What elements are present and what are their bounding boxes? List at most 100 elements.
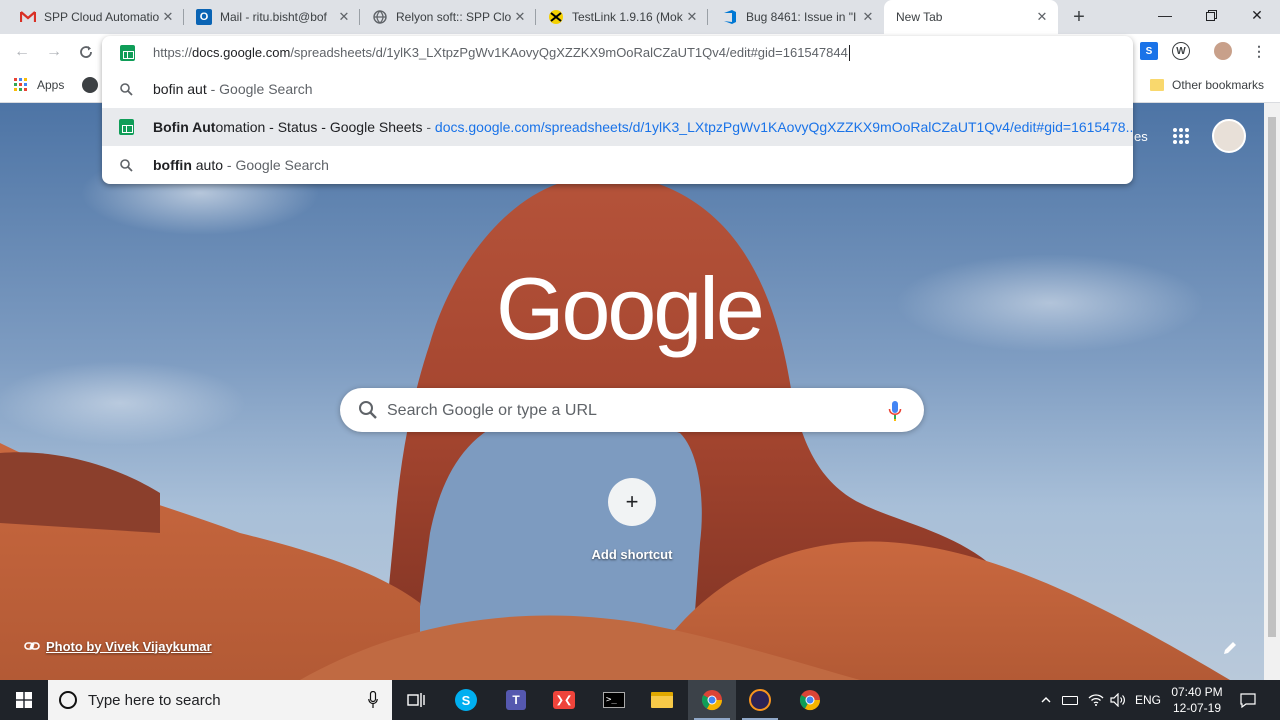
windows-taskbar: Type here to search S T ❯❮ >_ ENG 07:40 … [0,680,1280,720]
tab-bug-8461[interactable]: Bug 8461: Issue in "I ✕ [710,0,884,34]
google-logo: Google [496,259,765,358]
chrome-icon [701,690,723,711]
apps-shortcut[interactable]: Apps [14,78,64,92]
other-bookmarks-folder[interactable]: Other bookmarks [1150,78,1264,92]
tab-strip: SPP Cloud Automatio ✕ O Mail - ritu.bish… [0,0,1280,34]
anydesk-taskbar-button[interactable]: ❯❮ [540,680,588,720]
windows-logo-icon [16,692,32,708]
tab-title: New Tab [896,10,943,24]
eclipse-taskbar-button[interactable] [736,680,784,720]
reload-button[interactable] [74,40,98,64]
apps-grid-icon [14,78,27,91]
google-apps-icon[interactable] [1172,127,1190,148]
tab-title: Relyon soft:: SPP Clo [396,10,512,24]
wifi-icon[interactable] [1086,680,1106,720]
battery-icon[interactable] [1060,680,1080,720]
suggestion-search[interactable]: boffin auto - Google Search [102,146,1133,184]
system-clock[interactable]: 07:40 PM 12-07-19 [1168,684,1226,716]
clock-date: 12-07-19 [1172,701,1222,715]
close-window-button[interactable]: ✕ [1234,0,1280,30]
suggestion-search[interactable]: bofin aut - Google Search [102,70,1133,108]
taskbar-search-box[interactable]: Type here to search [48,680,392,720]
close-icon[interactable]: ✕ [336,9,352,25]
gmail-icon [20,9,36,25]
close-icon[interactable]: ✕ [512,9,528,25]
file-explorer-taskbar-button[interactable] [638,680,686,720]
back-button[interactable]: ← [10,40,34,64]
other-bookmarks-label: Other bookmarks [1172,78,1265,92]
volume-icon[interactable] [1108,680,1128,720]
folder-icon [1150,79,1164,91]
microphone-icon[interactable] [368,691,378,709]
tab-gmail[interactable]: SPP Cloud Automatio ✕ [8,0,184,34]
account-avatar[interactable] [1212,119,1246,153]
outlook-icon: O [196,9,212,25]
search-icon [118,81,134,97]
close-icon[interactable]: ✕ [160,9,176,25]
eclipse-icon [749,689,771,711]
task-view-button[interactable] [392,680,440,720]
teams-taskbar-button[interactable]: T [492,680,540,720]
terminal-icon: >_ [603,692,625,708]
plus-icon: + [625,489,639,514]
gmail-link-partial[interactable]: es [1134,129,1148,144]
folder-icon [651,692,673,708]
skype-taskbar-button[interactable]: S [442,680,490,720]
menu-kebab-icon[interactable]: ⋮ [1250,42,1268,60]
show-hidden-icons-chevron[interactable] [1036,680,1056,720]
globe-icon [372,9,388,25]
globe-bookmark-icon[interactable] [82,77,98,93]
tab-new-tab[interactable]: New Tab ✕ [884,0,1058,34]
new-tab-button[interactable]: + [1068,6,1090,28]
chrome-icon [799,690,821,711]
sheets-icon [118,119,134,135]
close-icon[interactable]: ✕ [860,9,876,25]
minimize-button[interactable]: — [1142,0,1188,30]
attribution-text: Photo by Vivek Vijaykumar [46,638,212,654]
clock-time: 07:40 PM [1171,685,1223,699]
close-icon[interactable]: ✕ [1034,9,1050,25]
close-icon[interactable]: ✕ [684,9,700,25]
apps-label: Apps [37,78,65,92]
search-icon [118,157,134,173]
anydesk-icon: ❯❮ [553,691,575,709]
tab-outlook-mail[interactable]: O Mail - ritu.bisht@bof ✕ [184,0,360,34]
terminal-taskbar-button[interactable]: >_ [590,680,638,720]
sheets-icon [119,45,135,61]
language-indicator[interactable]: ENG [1134,680,1162,720]
link-icon [24,642,40,650]
extension-w-icon[interactable]: W [1172,42,1190,60]
address-input[interactable]: https://docs.google.com/spreadsheets/d/1… [153,45,850,62]
customize-pencil-icon[interactable] [1222,640,1238,656]
chrome-taskbar-button[interactable] [786,680,834,720]
restore-button[interactable] [1188,0,1234,30]
tab-title: SPP Cloud Automatio [44,10,160,24]
extension-s-icon[interactable]: S [1140,42,1158,60]
suggestion-sheet[interactable]: Bofin Automation - Status - Google Sheet… [102,108,1133,146]
omnibox-dropdown: https://docs.google.com/spreadsheets/d/1… [102,36,1133,184]
search-icon [359,401,377,419]
profile-avatar[interactable] [1214,42,1232,60]
tab-relyon[interactable]: Relyon soft:: SPP Clo ✕ [360,0,536,34]
tab-title: TestLink 1.9.16 (Mok [572,10,683,24]
teams-icon: T [506,690,526,710]
forward-button[interactable]: → [42,40,66,64]
add-shortcut-button[interactable]: + [608,478,656,526]
page-scrollbar[interactable] [1264,103,1280,680]
chrome-taskbar-button-active[interactable] [688,680,736,720]
microphone-icon[interactable] [888,400,902,422]
action-center-button[interactable] [1236,680,1260,720]
start-button[interactable] [0,680,48,720]
photo-attribution-link[interactable]: Photo by Vivek Vijaykumar [24,638,212,654]
suggestion-text: boffin auto - Google Search [153,157,329,173]
skype-icon: S [455,689,477,711]
tab-title: Bug 8461: Issue in "I [746,10,857,24]
address-bar[interactable]: https://docs.google.com/spreadsheets/d/1… [102,36,1133,70]
task-view-icon [407,693,425,707]
suggestion-text: bofin aut - Google Search [153,81,313,97]
scrollbar-thumb[interactable] [1268,117,1276,637]
tab-testlink[interactable]: TestLink 1.9.16 (Mok ✕ [536,0,708,34]
ntp-search-box[interactable]: Search Google or type a URL [340,388,924,432]
tab-title: Mail - ritu.bisht@bof [220,10,327,24]
tab-separator [707,9,708,25]
